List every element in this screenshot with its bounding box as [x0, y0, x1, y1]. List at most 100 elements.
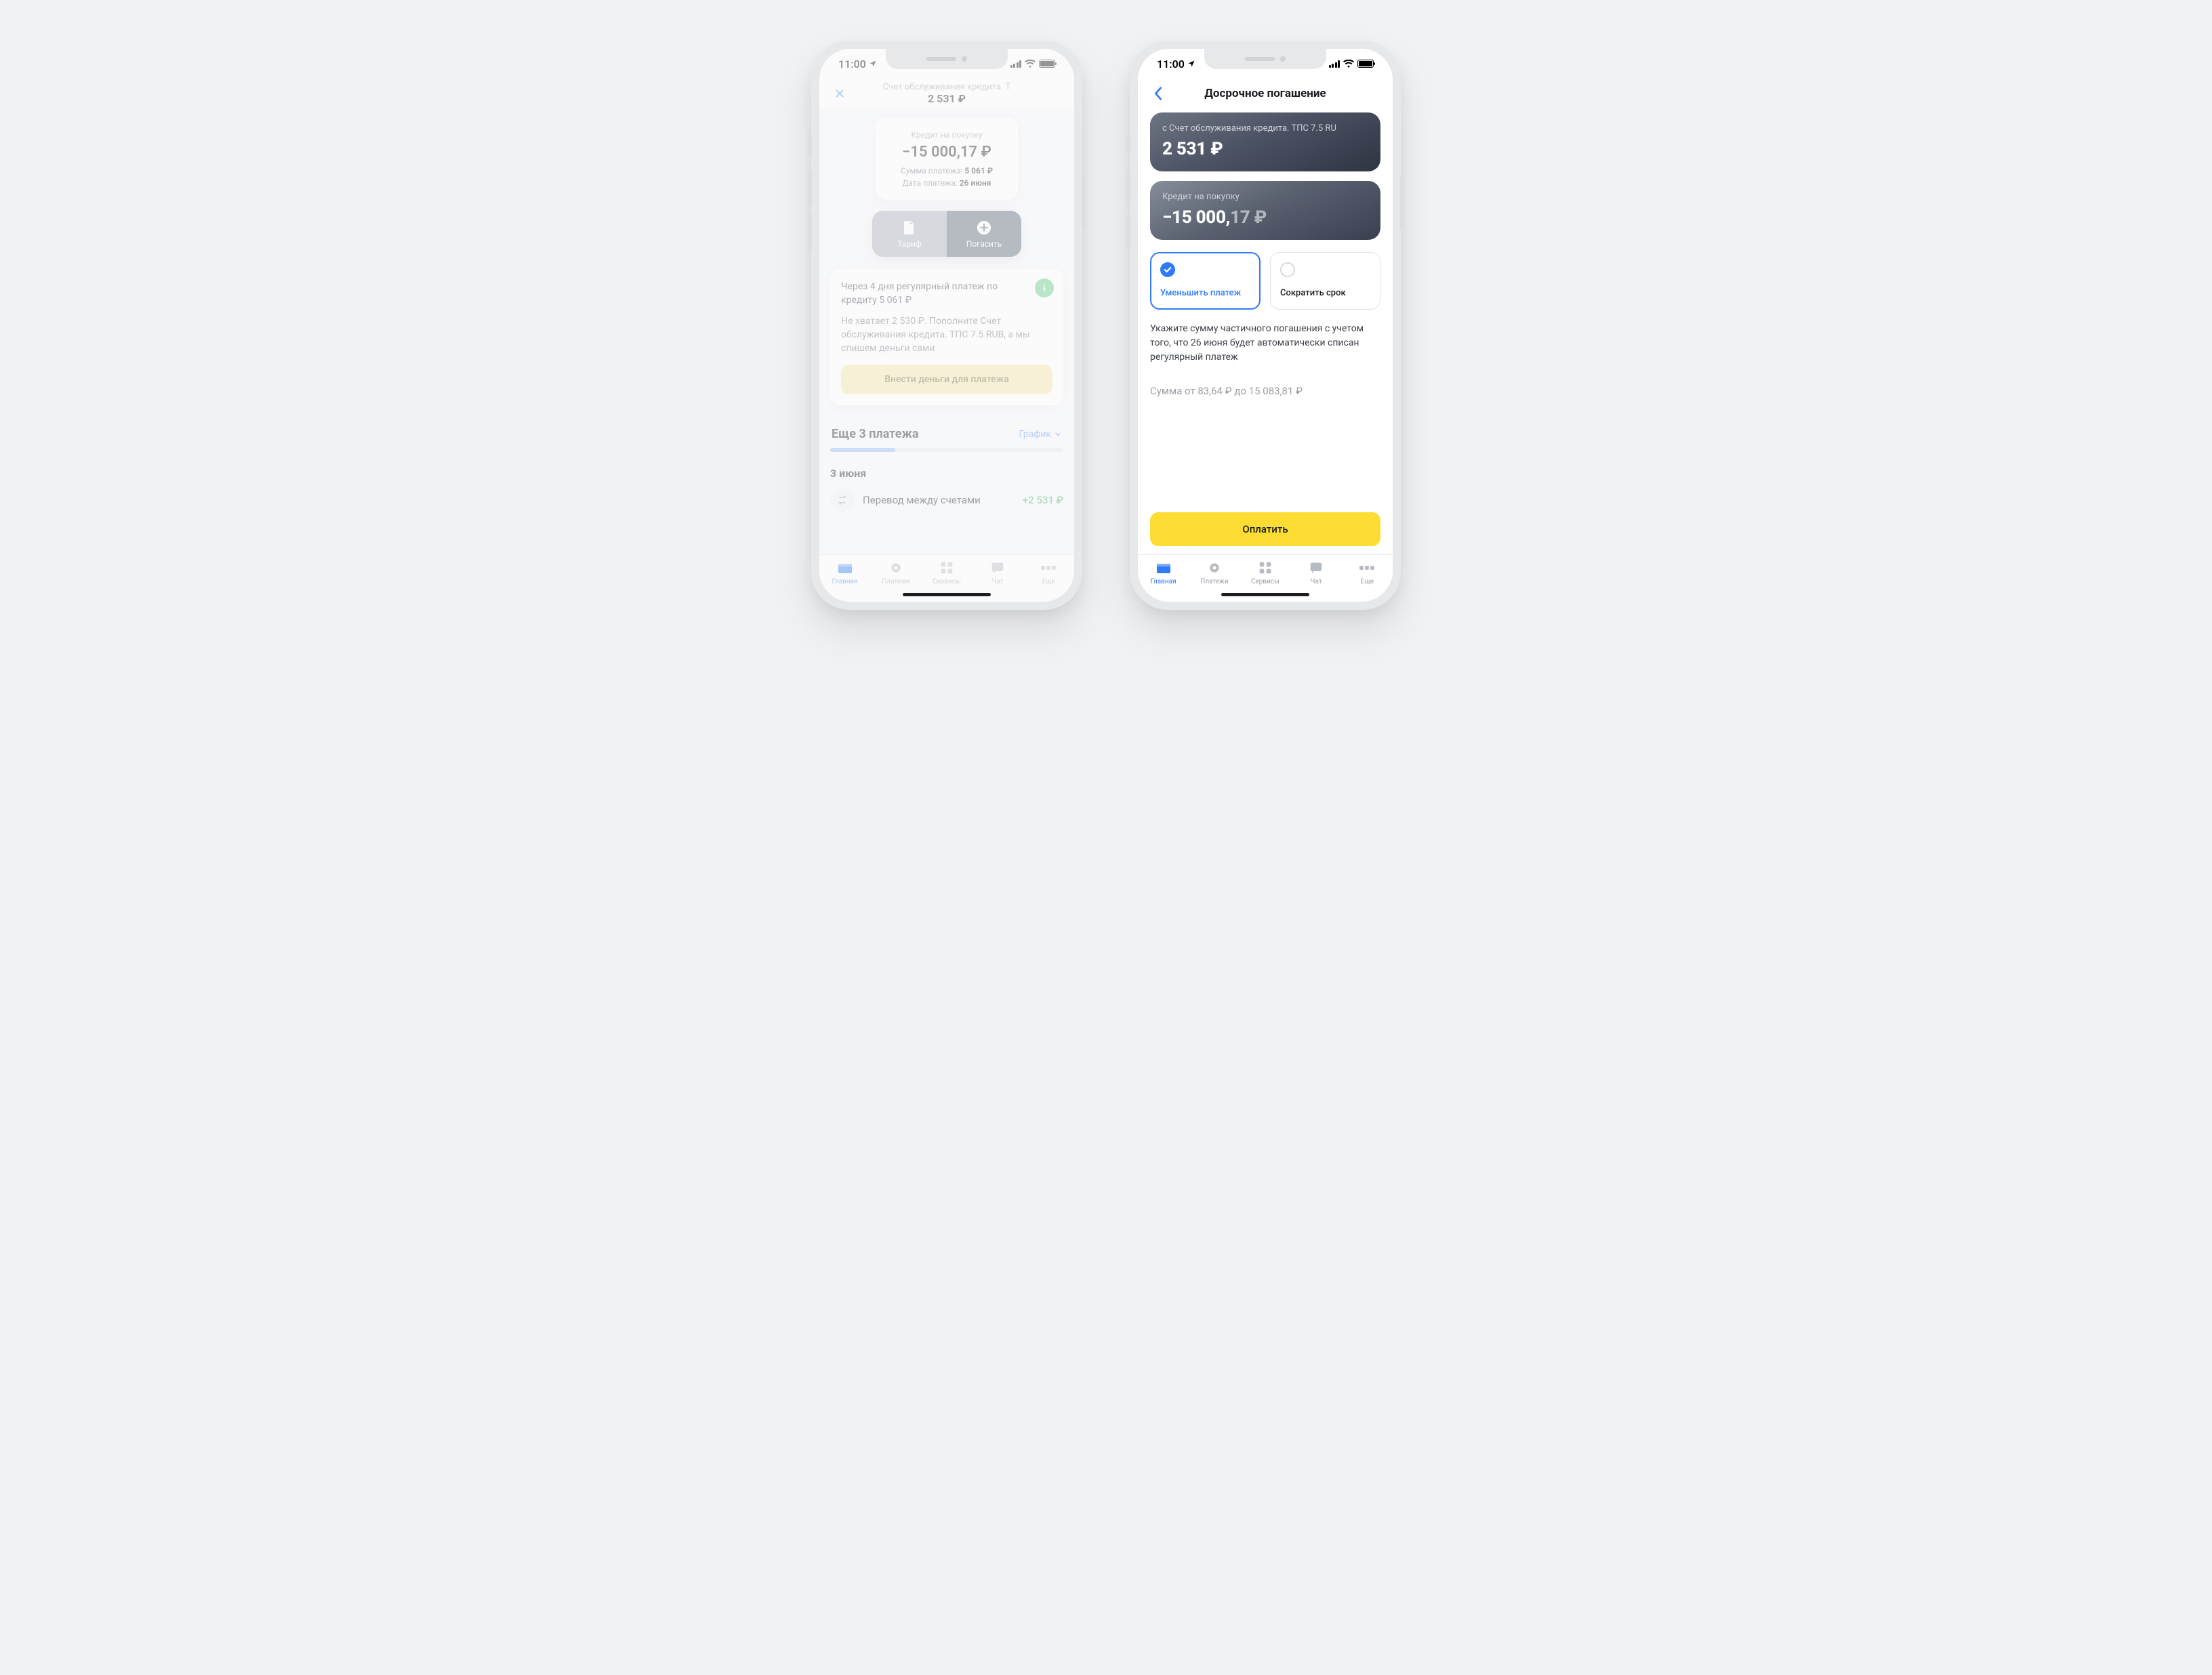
tab-payments[interactable]: Платежи: [1194, 560, 1235, 585]
more-icon: [1359, 560, 1375, 575]
tab-payments[interactable]: Платежи: [876, 560, 916, 585]
status-time: 11:00: [838, 58, 866, 70]
tab-chat[interactable]: Чат: [1296, 560, 1336, 585]
tab-chat-label: Чат: [1311, 578, 1322, 585]
phone-side-button: [1127, 213, 1130, 251]
tab-services[interactable]: Сервисы: [926, 560, 967, 585]
radio-checked-icon: [1160, 262, 1175, 277]
tab-more[interactable]: Еще: [1028, 560, 1069, 585]
repay-label: Погасить: [966, 239, 1002, 249]
option-shorten-term-label: Сократить срок: [1280, 288, 1370, 298]
tab-more-label: Еще: [1042, 578, 1055, 585]
transaction-date-header: 3 июня: [830, 467, 1063, 480]
tab-services-label: Сервисы: [933, 578, 961, 585]
remaining-payments-title: Еще 3 платежа: [832, 427, 919, 441]
source-account-label: с Счет обслуживания кредита. ТПС 7.5 RU: [1162, 123, 1368, 133]
radio-unchecked-icon: [1280, 262, 1295, 277]
home-indicator[interactable]: [903, 593, 991, 596]
location-icon: [1187, 60, 1195, 68]
chat-icon: [1308, 560, 1324, 575]
content-right: с Счет обслуживания кредита. ТПС 7.5 RU …: [1138, 108, 1393, 554]
tab-home-label: Главная: [1151, 578, 1176, 585]
chat-icon: [989, 560, 1006, 575]
credit-amount: −15 000,17 ₽: [889, 144, 1004, 161]
tab-payments-label: Платежи: [1200, 578, 1228, 585]
payments-progress-bar: [830, 448, 1063, 452]
destination-credit-label: Кредит на покупку: [1162, 192, 1368, 202]
tab-chat-label: Чат: [992, 578, 1004, 585]
home-indicator[interactable]: [1221, 593, 1309, 596]
cellular-icon: [1010, 60, 1022, 68]
phone-side-button: [1127, 136, 1130, 156]
info-icon[interactable]: [1035, 278, 1054, 297]
repayment-option-group: Уменьшить платеж Сократить срок: [1150, 252, 1380, 310]
tab-home[interactable]: Главная: [825, 560, 865, 585]
header-amount: 2 531 ₽: [853, 92, 1040, 105]
tab-home[interactable]: Главная: [1143, 560, 1184, 585]
content-left: Кредит на покупку −15 000,17 ₽ Сумма пла…: [819, 108, 1074, 554]
back-button[interactable]: [1149, 84, 1168, 103]
destination-credit-amount: −15 000,17 ₽: [1162, 207, 1368, 228]
phone-side-button: [1127, 169, 1130, 207]
chevron-down-icon: [1054, 430, 1062, 438]
wifi-icon: [1025, 60, 1036, 68]
option-reduce-payment[interactable]: Уменьшить платеж: [1150, 252, 1261, 310]
credit-balance-card[interactable]: Кредит на покупку −15 000,17 ₽ Сумма пла…: [876, 118, 1018, 200]
credit-label: Кредит на покупку: [889, 130, 1004, 140]
source-account-amount: 2 531 ₽: [1162, 139, 1368, 159]
payments-icon: [1206, 560, 1223, 575]
pay-button[interactable]: Оплатить: [1150, 512, 1380, 546]
option-shorten-term[interactable]: Сократить срок: [1270, 252, 1380, 310]
payment-sum-row: Сумма платежа: 5 061 ₽: [889, 166, 1004, 175]
remaining-payments-row: Еще 3 платежа График: [830, 424, 1063, 448]
status-time: 11:00: [1157, 58, 1185, 70]
nav-header: Счет обслуживания кредита. Т 2 531 ₽: [819, 79, 1074, 108]
home-icon: [1155, 560, 1172, 575]
tab-services[interactable]: Сервисы: [1245, 560, 1286, 585]
repay-button[interactable]: Погасить: [947, 211, 1021, 257]
close-button[interactable]: [830, 84, 849, 103]
tab-more-label: Еще: [1361, 578, 1374, 585]
tab-more[interactable]: Еще: [1347, 560, 1387, 585]
nav-header: Досрочное погашение: [1138, 79, 1393, 108]
location-icon: [869, 60, 877, 68]
transfer-icon: [830, 488, 855, 512]
notice-secondary-text: Не хватает 2 530 ₽. Пополните Счет обслу…: [841, 314, 1052, 356]
battery-icon: [1039, 60, 1055, 68]
amount-hint-text: Укажите сумму частичного погашения с уче…: [1150, 322, 1380, 365]
services-icon: [939, 560, 955, 575]
tab-services-label: Сервисы: [1251, 578, 1279, 585]
amount-input[interactable]: Сумма от 83,64 ₽ до 15 083,81 ₽: [1150, 385, 1380, 397]
tab-chat[interactable]: Чат: [977, 560, 1018, 585]
plus-circle-icon: [977, 220, 991, 235]
cellular-icon: [1329, 60, 1340, 68]
transaction-amount: +2 531 ₽: [1023, 494, 1063, 506]
home-icon: [837, 560, 853, 575]
more-icon: [1040, 560, 1057, 575]
schedule-link[interactable]: График: [1019, 429, 1062, 440]
page-title: Досрочное погашение: [1172, 87, 1359, 100]
source-account-card[interactable]: с Счет обслуживания кредита. ТПС 7.5 RU …: [1150, 112, 1380, 171]
services-icon: [1257, 560, 1273, 575]
document-icon: [902, 220, 917, 235]
payment-date-row: Дата платежа: 26 июня: [889, 178, 1004, 188]
tariff-button[interactable]: Тариф: [872, 211, 947, 257]
tab-payments-label: Платежи: [882, 578, 909, 585]
tab-home-label: Главная: [832, 578, 858, 585]
phone-side-button: [808, 169, 812, 207]
wifi-icon: [1343, 60, 1354, 68]
notch: [1204, 49, 1326, 69]
phone-side-button: [1400, 176, 1404, 230]
phone-side-button: [808, 136, 812, 156]
payments-progress-fill: [830, 448, 895, 452]
destination-credit-card[interactable]: Кредит на покупку −15 000,17 ₽: [1150, 181, 1380, 240]
transaction-row[interactable]: Перевод между счетами +2 531 ₽: [830, 488, 1063, 512]
payment-notice-card: Через 4 дня регулярный платеж по кредиту…: [830, 269, 1063, 405]
battery-icon: [1357, 60, 1374, 68]
option-reduce-payment-label: Уменьшить платеж: [1160, 288, 1250, 298]
deposit-button[interactable]: Внести деньги для платежа: [841, 365, 1052, 394]
phone-mockup-right: 11:00 Досрочное погашение с Счет обслужи…: [1130, 41, 1401, 610]
phone-mockup-left: 11:00 Счет обслуживания кредита. Т 2 531…: [811, 41, 1082, 610]
screen-right: 11:00 Досрочное погашение с Счет обслужи…: [1138, 49, 1393, 602]
header-subtitle: Счет обслуживания кредита. Т: [853, 82, 1040, 93]
